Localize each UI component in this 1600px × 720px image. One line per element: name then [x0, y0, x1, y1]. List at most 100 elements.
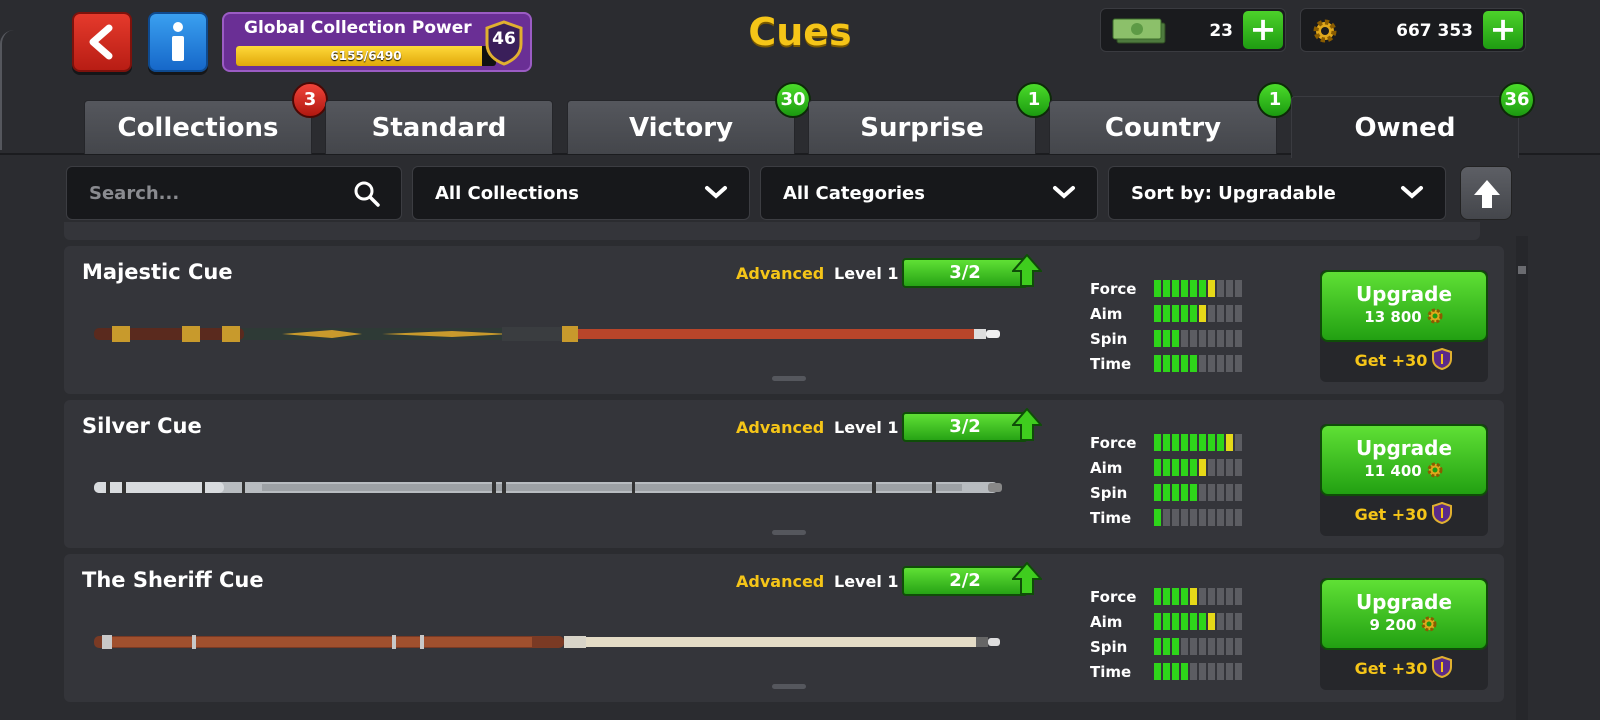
stat-segment	[1163, 280, 1170, 297]
upgrade-button[interactable]: Upgrade 13 800	[1320, 270, 1488, 342]
info-button[interactable]	[148, 12, 208, 72]
power-level: 46	[492, 29, 516, 49]
stat-segment	[1199, 280, 1206, 297]
tab-standard[interactable]: Standard	[325, 100, 553, 154]
stat-bar-force	[1154, 588, 1242, 605]
tab-owned[interactable]: Owned	[1291, 96, 1519, 158]
cue-level: Level 1	[834, 572, 899, 591]
stat-segment	[1172, 588, 1179, 605]
categories-dropdown[interactable]: All Categories	[760, 166, 1098, 220]
stat-segment	[1199, 638, 1206, 655]
stat-segment	[1154, 638, 1161, 655]
cash-balance: 23 +	[1100, 8, 1286, 52]
cue-card[interactable]: Majestic Cue Advanced Level 1 3/2 Force …	[64, 246, 1504, 394]
silver-cue-image	[94, 481, 1002, 494]
stat-segment	[1226, 638, 1233, 655]
stat-segment	[1235, 663, 1242, 680]
stat-segment	[1235, 305, 1242, 322]
stat-segment	[1172, 509, 1179, 526]
stat-segment	[1226, 588, 1233, 605]
cue-upgrade-progress: 3/2	[902, 412, 1028, 442]
tab-label: Collections	[117, 113, 279, 143]
stat-segment	[1190, 434, 1197, 451]
stat-segment	[1217, 355, 1224, 372]
add-cash-button[interactable]: +	[1243, 11, 1283, 49]
cue-card[interactable]: The Sheriff Cue Advanced Level 1 2/2 For…	[64, 554, 1504, 702]
sheriff-cue-image	[94, 635, 1000, 649]
stat-segment	[1172, 434, 1179, 451]
stat-label: Time	[1090, 354, 1132, 373]
stat-segment	[1235, 280, 1242, 297]
cue-card[interactable]: Silver Cue Advanced Level 1 3/2 Force Ai…	[64, 400, 1504, 548]
search-field[interactable]: Search...	[66, 166, 402, 220]
stat-segment	[1226, 509, 1233, 526]
cue-stats: Force Aim Spin Time	[1090, 584, 1242, 684]
stat-segment	[1217, 459, 1224, 476]
stat-label: Time	[1090, 662, 1132, 681]
get-bonus-link[interactable]: Get +30	[1320, 502, 1488, 524]
get-bonus-link[interactable]: Get +30	[1320, 348, 1488, 370]
stat-segment	[1172, 663, 1179, 680]
tab-badge: 1	[1257, 82, 1293, 118]
scroll-to-top-button[interactable]	[1460, 166, 1512, 220]
cue-level: Level 1	[834, 418, 899, 437]
stat-row-aim: Aim	[1090, 609, 1242, 634]
coin-gear-icon	[1421, 616, 1437, 632]
scrollbar[interactable]	[1516, 236, 1528, 720]
scrollbar-thumb[interactable]	[1518, 266, 1526, 274]
stat-segment	[1226, 434, 1233, 451]
stat-segment	[1235, 638, 1242, 655]
power-level-shield: 46	[484, 20, 524, 66]
stat-bar-force	[1154, 280, 1242, 297]
get-bonus-link[interactable]: Get +30	[1320, 656, 1488, 678]
stat-segment	[1217, 434, 1224, 451]
sort-dropdown[interactable]: Sort by: Upgradable	[1108, 166, 1446, 220]
stat-segment	[1154, 588, 1161, 605]
stat-segment	[1190, 280, 1197, 297]
tab-collections[interactable]: Collections	[84, 100, 312, 154]
stat-segment	[1208, 330, 1215, 347]
tab-badge: 36	[1499, 82, 1535, 118]
stat-segment	[1235, 588, 1242, 605]
stat-segment	[1235, 434, 1242, 451]
stat-row-spin: Spin	[1090, 634, 1242, 659]
stat-segment	[1208, 280, 1215, 297]
stat-segment	[1181, 588, 1188, 605]
stat-segment	[1190, 588, 1197, 605]
upgrade-button[interactable]: Upgrade 9 200	[1320, 578, 1488, 650]
stat-label: Time	[1090, 508, 1132, 527]
upgrade-cost: 9 200	[1369, 616, 1417, 634]
stat-segment	[1199, 434, 1206, 451]
stat-label: Aim	[1090, 458, 1123, 477]
coin-gear-icon	[1427, 308, 1443, 324]
stat-row-force: Force	[1090, 430, 1242, 455]
cue-level: Level 1	[834, 264, 899, 283]
add-coins-button[interactable]: +	[1483, 11, 1523, 49]
stat-segment	[1208, 305, 1215, 322]
back-button[interactable]	[72, 12, 132, 72]
stat-segment	[1172, 280, 1179, 297]
tab-country[interactable]: Country	[1049, 100, 1277, 154]
cash-icon	[1112, 18, 1166, 44]
stat-segment	[1226, 663, 1233, 680]
stat-segment	[1235, 355, 1242, 372]
stat-segment	[1226, 330, 1233, 347]
global-collection-power[interactable]: Global Collection Power 6155/6490 46	[222, 12, 532, 72]
stat-segment	[1172, 459, 1179, 476]
tab-badge: 3	[292, 82, 328, 118]
stat-segment	[1163, 509, 1170, 526]
search-icon	[354, 181, 380, 207]
stat-segment	[1208, 484, 1215, 501]
chevron-down-icon	[1053, 186, 1075, 199]
stat-label: Spin	[1090, 637, 1128, 656]
collections-dropdown[interactable]: All Collections	[412, 166, 750, 220]
stat-segment	[1235, 484, 1242, 501]
stat-segment	[1199, 663, 1206, 680]
stat-segment	[1163, 355, 1170, 372]
tab-surprise[interactable]: Surprise	[808, 100, 1036, 154]
tab-victory[interactable]: Victory	[567, 100, 795, 154]
chevron-down-icon	[1401, 186, 1423, 199]
cue-name: Silver Cue	[82, 414, 202, 438]
upgrade-button[interactable]: Upgrade 11 400	[1320, 424, 1488, 496]
stat-segment	[1181, 355, 1188, 372]
